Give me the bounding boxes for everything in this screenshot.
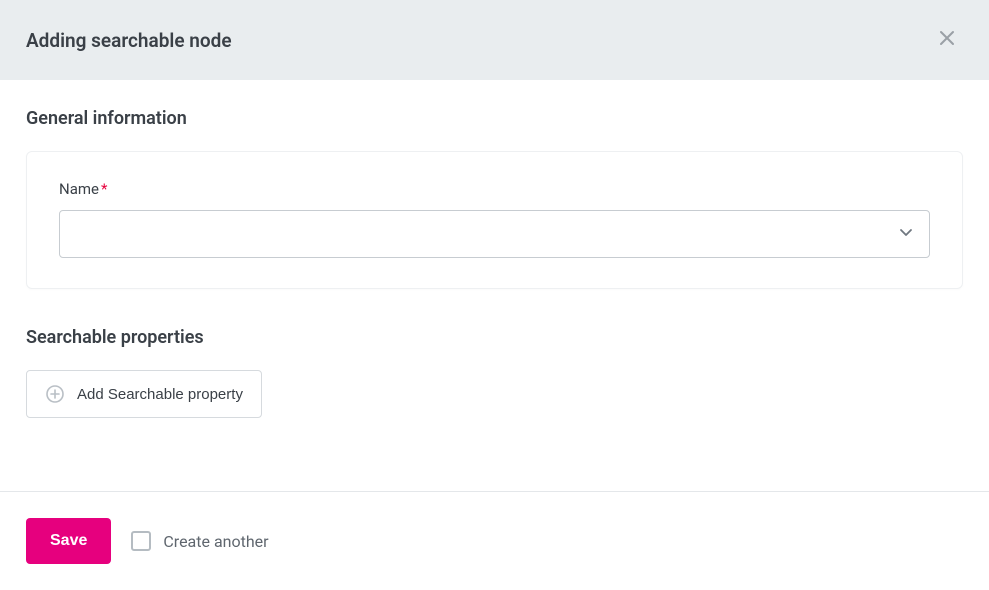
general-info-card: Name* — [26, 151, 963, 289]
section-title-searchable: Searchable properties — [26, 327, 963, 348]
create-another-checkbox-wrap[interactable]: Create another — [131, 531, 268, 551]
save-button[interactable]: Save — [26, 518, 111, 564]
close-icon — [939, 30, 955, 46]
name-select-wrapper — [59, 210, 930, 258]
name-field-label: Name* — [59, 180, 930, 198]
dialog-footer: Save Create another — [0, 491, 989, 590]
section-title-general: General information — [26, 108, 963, 129]
create-another-checkbox[interactable] — [131, 531, 151, 551]
required-asterisk: * — [101, 180, 107, 198]
dialog-title: Adding searchable node — [26, 29, 232, 52]
name-label-text: Name — [59, 180, 99, 198]
create-another-label: Create another — [163, 532, 268, 551]
add-button-label: Add Searchable property — [77, 386, 243, 403]
add-searchable-property-button[interactable]: Add Searchable property — [26, 370, 262, 418]
dialog-header: Adding searchable node — [0, 0, 989, 80]
dialog-content: General information Name* Searchable pro… — [0, 80, 989, 418]
plus-circle-icon — [45, 384, 65, 404]
name-select[interactable] — [59, 210, 930, 258]
close-button[interactable] — [931, 25, 963, 55]
